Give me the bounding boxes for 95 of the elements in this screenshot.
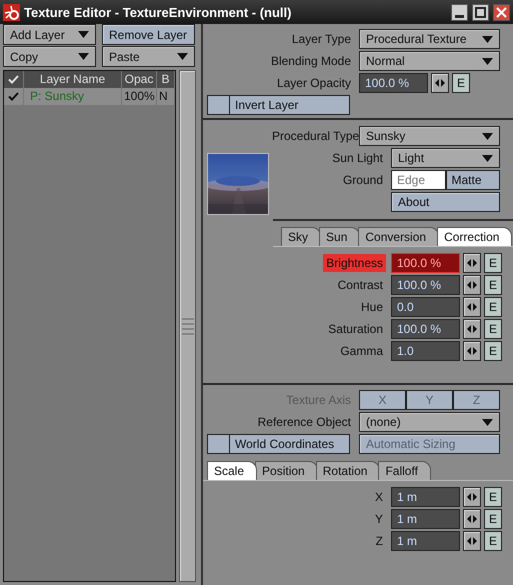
table-cell: N bbox=[157, 88, 175, 105]
dropdown[interactable]: (none) bbox=[359, 412, 500, 432]
number-field[interactable]: 100.0 % bbox=[391, 253, 460, 273]
envelope-button[interactable]: E bbox=[452, 73, 470, 93]
drag-button[interactable] bbox=[431, 73, 449, 93]
field-label: Layer Type bbox=[290, 31, 352, 48]
drag-button[interactable] bbox=[463, 297, 481, 317]
dropdown-button[interactable]: Copy bbox=[3, 46, 96, 67]
field-label: Blending Mode bbox=[270, 53, 352, 70]
window-title: Texture Editor - TextureEnvironment - (null) bbox=[24, 4, 292, 20]
field-label: Saturation bbox=[327, 321, 384, 338]
left-right-arrows-icon bbox=[467, 325, 477, 333]
drag-button[interactable] bbox=[463, 319, 481, 339]
dropdown[interactable]: Sunsky bbox=[359, 126, 500, 146]
field-label: Sun Light bbox=[331, 150, 384, 167]
field-label: X bbox=[374, 489, 384, 506]
left-right-arrows-icon bbox=[467, 493, 477, 501]
drag-button[interactable] bbox=[463, 487, 481, 507]
envelope-button[interactable]: E bbox=[484, 253, 502, 273]
dropdown-caret-icon bbox=[482, 418, 493, 426]
check-icon bbox=[8, 75, 19, 84]
field-label: Y bbox=[374, 511, 384, 528]
left-right-arrows-icon bbox=[467, 259, 477, 267]
drag-button[interactable] bbox=[463, 509, 481, 529]
envelope-button[interactable]: E bbox=[484, 319, 502, 339]
segment-button[interactable]: Edge bbox=[391, 170, 446, 190]
number-field[interactable]: 100.0 % bbox=[391, 319, 460, 339]
table-cell: 100% bbox=[122, 88, 157, 105]
left-right-arrows-icon bbox=[467, 515, 477, 523]
left-right-arrows-icon bbox=[435, 79, 445, 87]
field-label: Z bbox=[374, 533, 384, 550]
field-label: Procedural Type bbox=[271, 128, 360, 145]
left-right-arrows-icon bbox=[467, 347, 477, 355]
dropdown-caret-icon bbox=[78, 31, 89, 38]
tab[interactable]: Sun bbox=[319, 227, 360, 246]
action-button[interactable]: Remove Layer bbox=[102, 24, 195, 45]
left-right-arrows-icon bbox=[467, 537, 477, 545]
field-label: Ground bbox=[342, 172, 384, 189]
envelope-button[interactable]: E bbox=[484, 275, 502, 295]
minimize-button[interactable] bbox=[451, 4, 468, 20]
field-label: Brightness bbox=[323, 254, 386, 272]
dropdown-button[interactable]: Paste bbox=[102, 46, 195, 67]
left-right-arrows-icon bbox=[467, 303, 477, 311]
tab[interactable]: Sky bbox=[281, 227, 322, 246]
maximize-button[interactable] bbox=[472, 4, 489, 20]
dropdown-caret-icon bbox=[78, 53, 89, 60]
dropdown-caret-icon bbox=[482, 132, 493, 140]
left-right-arrows-icon bbox=[467, 281, 477, 289]
dropdown-caret-icon bbox=[482, 36, 493, 42]
dropdown[interactable]: Light bbox=[391, 148, 500, 168]
check-icon[interactable] bbox=[8, 92, 19, 101]
drag-button[interactable] bbox=[463, 275, 481, 295]
scrollbar[interactable] bbox=[179, 70, 196, 582]
drag-button[interactable] bbox=[463, 531, 481, 551]
drag-button[interactable] bbox=[463, 253, 481, 273]
number-field[interactable]: 0.0 bbox=[391, 297, 460, 317]
dropdown[interactable]: Procedural Texture bbox=[359, 29, 500, 49]
minimize-icon bbox=[455, 14, 464, 18]
number-field[interactable]: 1.0 bbox=[391, 341, 460, 361]
dropdown-caret-icon bbox=[482, 154, 493, 162]
field-label: Gamma bbox=[339, 343, 384, 360]
number-field[interactable]: 1 m bbox=[391, 509, 460, 529]
maximize-icon bbox=[475, 6, 486, 18]
number-field[interactable]: 100.0 % bbox=[391, 275, 460, 295]
close-icon bbox=[496, 6, 507, 18]
dropdown[interactable]: Normal bbox=[359, 51, 500, 71]
field-label: Layer Opacity bbox=[276, 75, 352, 92]
field-label: Contrast bbox=[336, 277, 384, 294]
drag-button[interactable] bbox=[463, 341, 481, 361]
segment-button[interactable]: Matte bbox=[446, 170, 500, 190]
close-button[interactable] bbox=[493, 4, 510, 20]
envelope-button[interactable]: E bbox=[484, 509, 502, 529]
tab[interactable]: Position bbox=[255, 461, 318, 480]
dropdown-caret-icon bbox=[177, 53, 188, 60]
tab[interactable]: Scale bbox=[207, 461, 258, 480]
envelope-button[interactable]: E bbox=[484, 487, 502, 507]
dropdown-button[interactable]: Add Layer bbox=[3, 24, 96, 45]
envelope-button[interactable]: E bbox=[484, 297, 502, 317]
toggle-button[interactable]: Invert Layer bbox=[207, 95, 350, 115]
number-field[interactable]: 1 m bbox=[391, 487, 460, 507]
grip-icon bbox=[182, 318, 194, 334]
field-label: Hue bbox=[360, 299, 384, 316]
tab[interactable]: Conversion bbox=[358, 227, 440, 246]
dropdown-caret-icon bbox=[482, 58, 493, 64]
toggle-button[interactable]: World Coordinates bbox=[207, 434, 350, 454]
tab[interactable]: Rotation bbox=[316, 461, 380, 480]
app-icon bbox=[3, 4, 20, 20]
about-button[interactable]: About bbox=[391, 192, 500, 212]
tab[interactable]: Falloff bbox=[378, 461, 431, 480]
number-field[interactable]: 1 m bbox=[391, 531, 460, 551]
tab[interactable]: Correction bbox=[437, 227, 512, 246]
number-field[interactable]: 100.0 % bbox=[359, 73, 428, 93]
envelope-button[interactable]: E bbox=[484, 531, 502, 551]
envelope-button[interactable]: E bbox=[484, 341, 502, 361]
field-label: Reference Object bbox=[256, 414, 352, 431]
